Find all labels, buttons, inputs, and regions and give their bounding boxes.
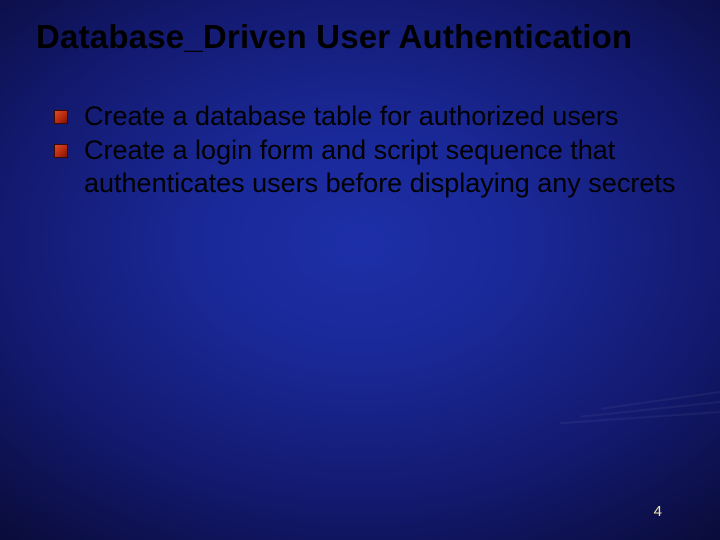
page-number: 4 xyxy=(654,503,662,520)
bullet-square-icon xyxy=(54,144,68,158)
bullet-square-icon xyxy=(54,110,68,124)
bullet-text: Create a database table for authorized u… xyxy=(84,101,618,131)
bullet-item: Create a database table for authorized u… xyxy=(52,100,680,132)
decorative-streak xyxy=(601,391,720,409)
decorative-streak xyxy=(560,411,720,424)
slide: Database_Driven User Authentication Crea… xyxy=(0,0,720,540)
slide-title: Database_Driven User Authentication xyxy=(36,18,700,56)
bullet-item: Create a login form and script sequence … xyxy=(52,134,680,199)
slide-body: Create a database table for authorized u… xyxy=(52,100,680,201)
bullet-text: Create a login form and script sequence … xyxy=(84,135,675,197)
